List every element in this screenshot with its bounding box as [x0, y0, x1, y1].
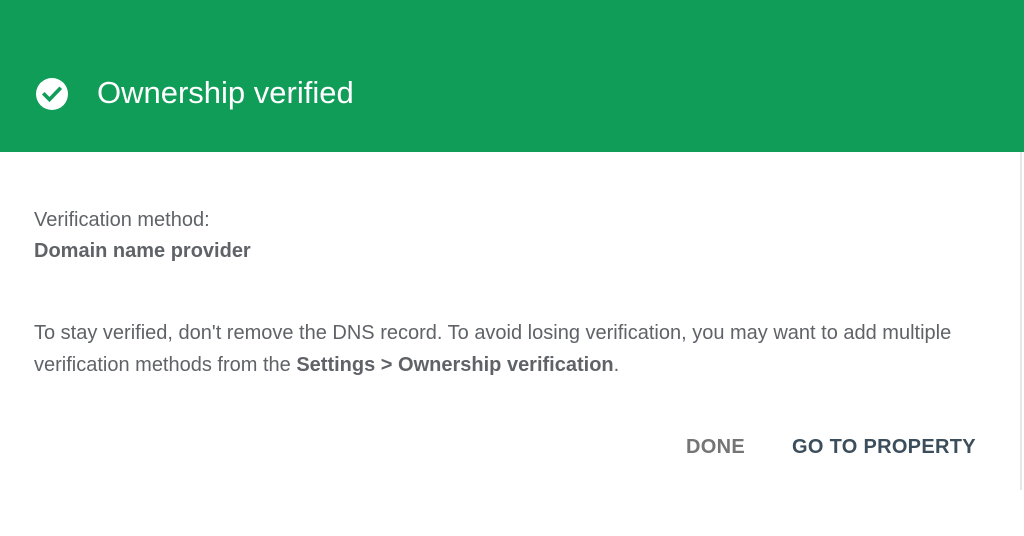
- done-button[interactable]: DONE: [686, 430, 745, 464]
- dialog-message: To stay verified, don't remove the DNS r…: [34, 318, 984, 381]
- ownership-verified-dialog: Ownership verified Verification method: …: [0, 0, 1024, 490]
- settings-path-text: Settings > Ownership verification: [296, 353, 614, 376]
- dialog-header: Ownership verified: [0, 0, 1024, 152]
- check-circle-icon: [36, 78, 68, 110]
- message-end: .: [613, 353, 620, 376]
- verification-method-label: Verification method:: [34, 209, 210, 231]
- go-to-property-button[interactable]: GO TO PROPERTY: [792, 430, 976, 464]
- dialog-title: Ownership verified: [97, 75, 354, 110]
- verification-method-value: Domain name provider: [34, 240, 251, 262]
